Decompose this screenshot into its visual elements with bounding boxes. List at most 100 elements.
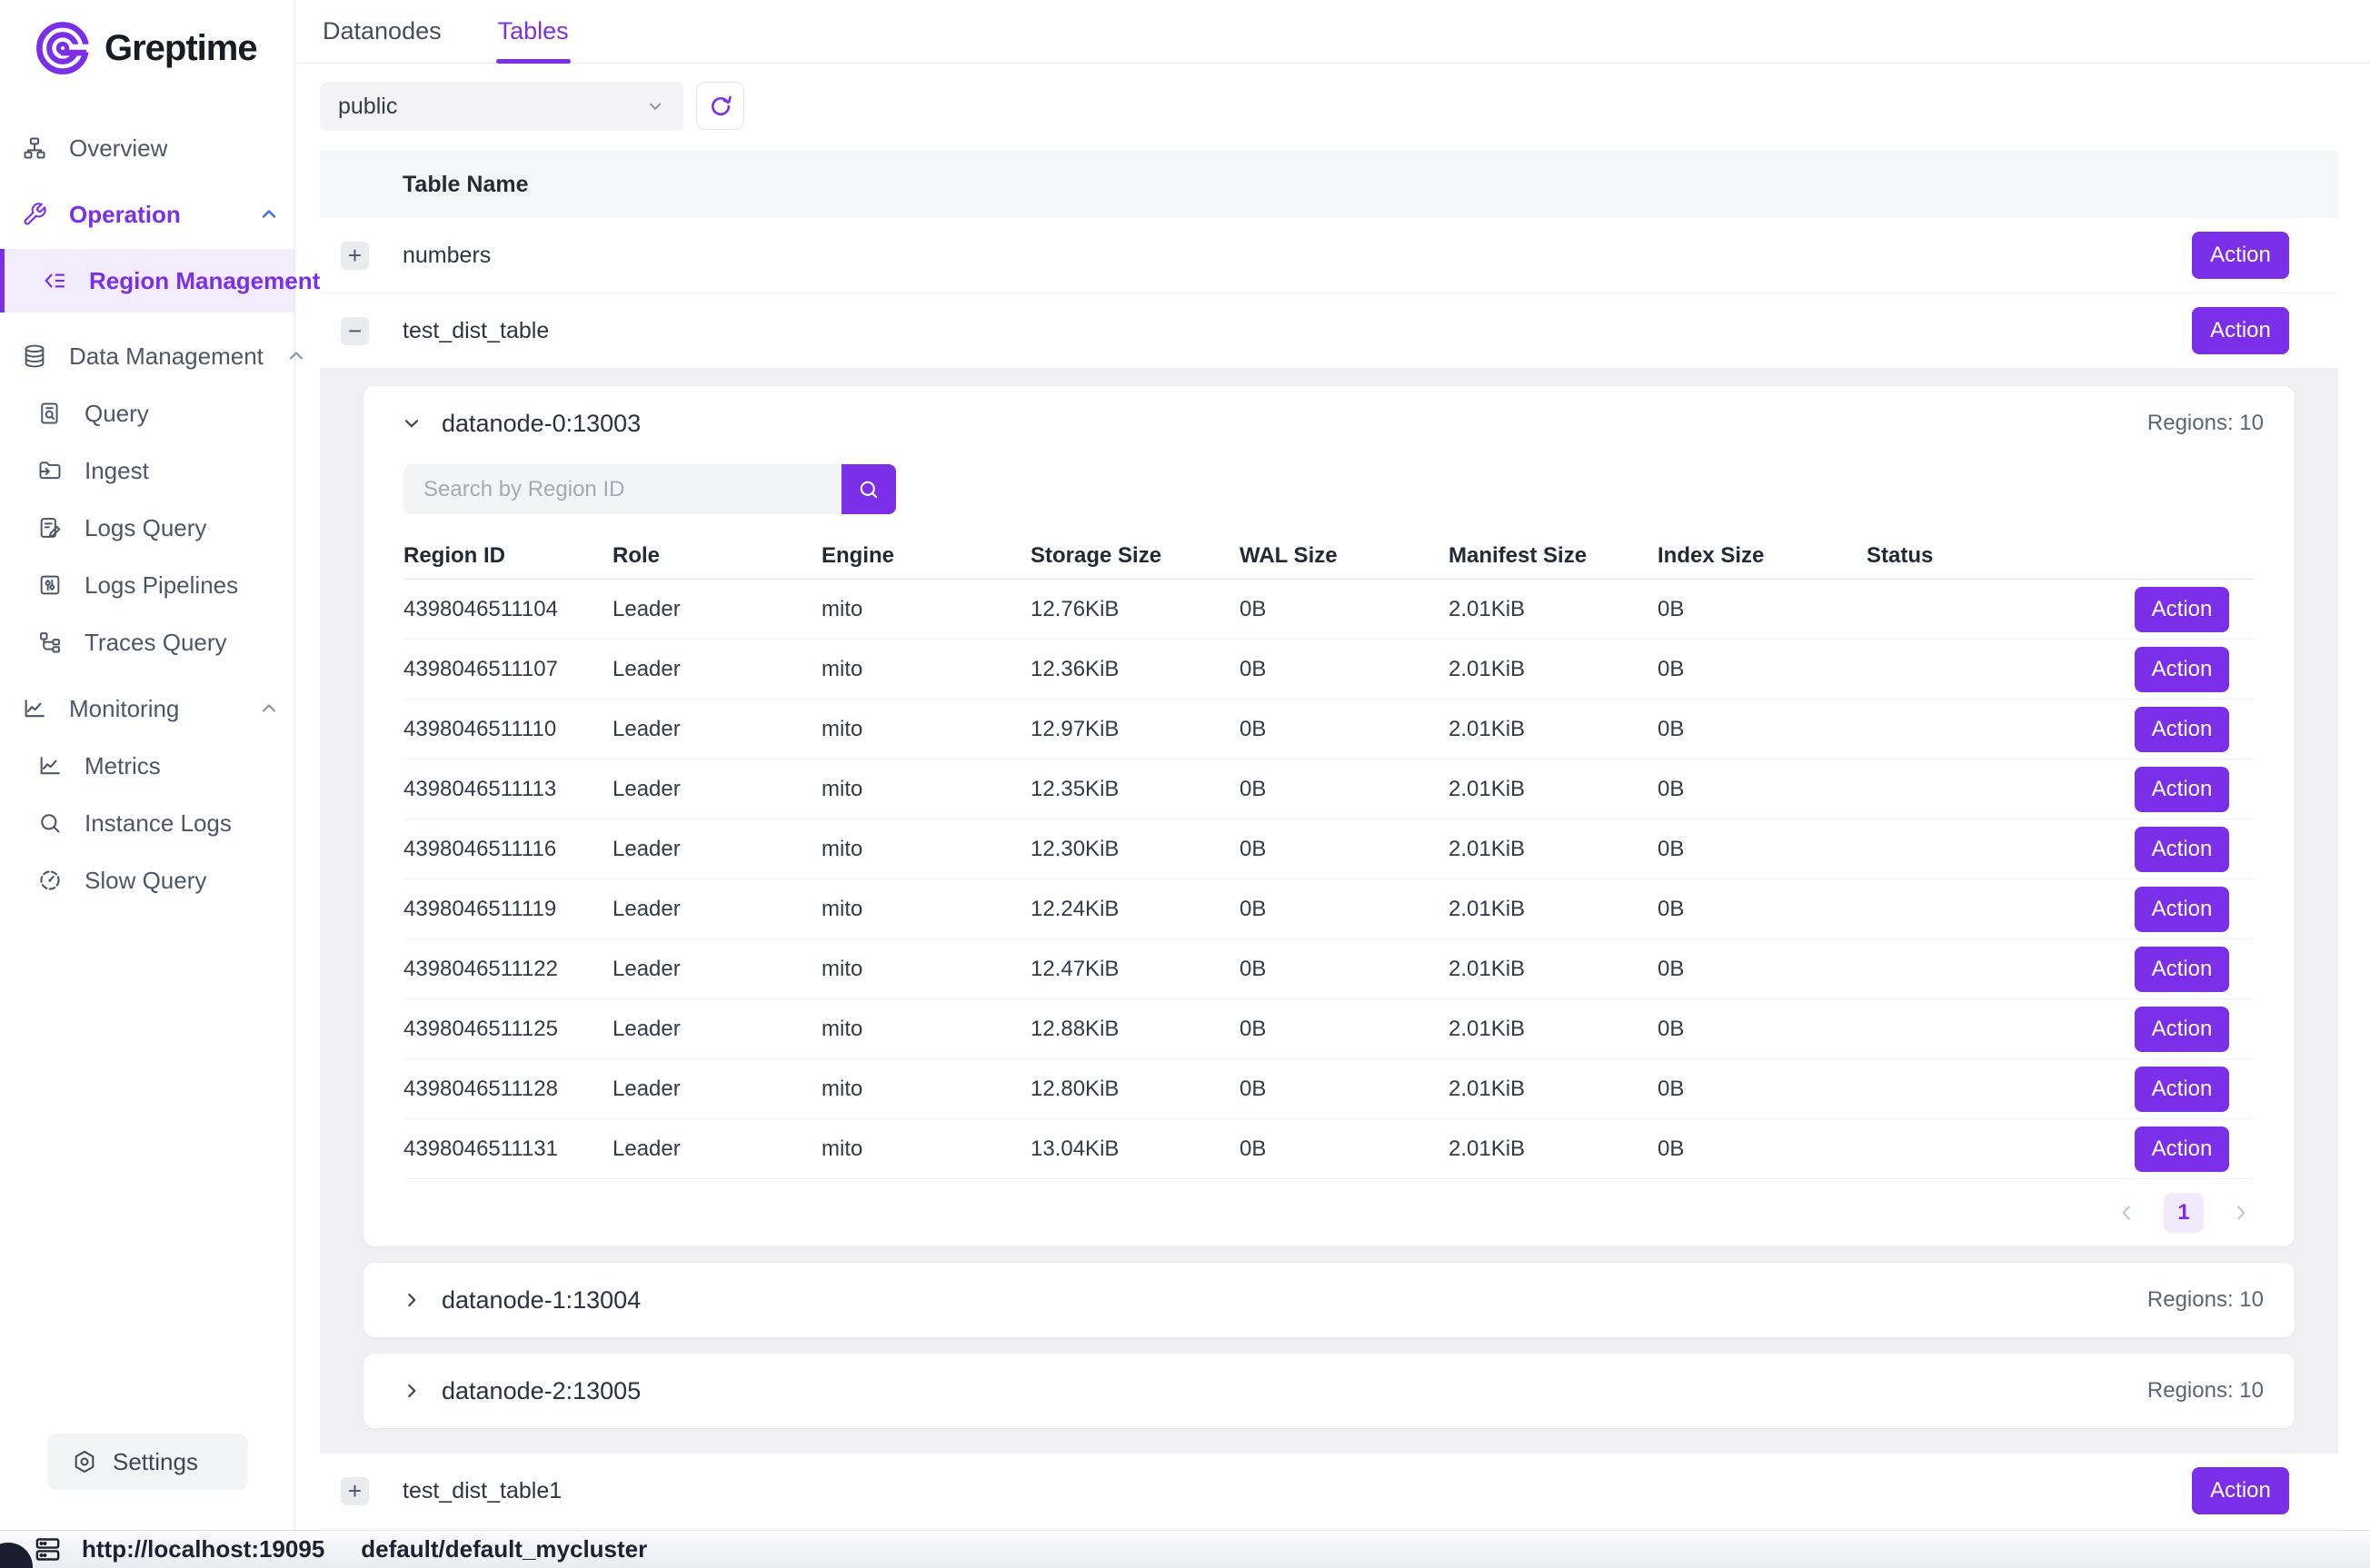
expand-button[interactable]: + bbox=[341, 242, 369, 270]
column-header-region-id: Region ID bbox=[403, 543, 612, 569]
wal-size-cell: 0B bbox=[1240, 957, 1449, 982]
storage-size-cell: 12.35KiB bbox=[1031, 777, 1240, 802]
pagination-prev-button[interactable] bbox=[2115, 1201, 2138, 1225]
region-search-button[interactable] bbox=[841, 464, 896, 514]
wal-size-cell: 0B bbox=[1240, 1077, 1449, 1102]
region-table-row: 4398046511119 Leader mito 12.24KiB 0B 2.… bbox=[403, 879, 2255, 939]
storage-size-cell: 12.36KiB bbox=[1031, 657, 1240, 682]
settings-label: Settings bbox=[113, 1448, 198, 1476]
role-cell: Leader bbox=[612, 657, 822, 682]
region-id-cell: 4398046511125 bbox=[403, 1017, 612, 1042]
chevron-right-icon bbox=[400, 1288, 423, 1312]
sidebar-item-logs-query[interactable]: Logs Query bbox=[0, 505, 294, 551]
region-action-button[interactable]: Action bbox=[2135, 707, 2229, 752]
region-id-cell: 4398046511131 bbox=[403, 1136, 612, 1162]
database-icon bbox=[22, 343, 47, 369]
datanode-1-header[interactable]: datanode-1:13004 Regions: 10 bbox=[363, 1263, 2295, 1337]
manifest-size-cell: 2.01KiB bbox=[1449, 957, 1658, 982]
sidebar-item-ingest[interactable]: Ingest bbox=[0, 448, 294, 493]
magnifier-icon bbox=[37, 810, 63, 836]
pagination-next-button[interactable] bbox=[2229, 1201, 2253, 1225]
region-table-row: 4398046511128 Leader mito 12.80KiB 0B 2.… bbox=[403, 1059, 2255, 1119]
region-table-row: 4398046511125 Leader mito 12.88KiB 0B 2.… bbox=[403, 999, 2255, 1059]
sidebar-item-traces-query[interactable]: Traces Query bbox=[0, 620, 294, 665]
datanode-2-header[interactable]: datanode-2:13005 Regions: 10 bbox=[363, 1354, 2295, 1428]
sidebar: Greptime Overview Operation Region Manag… bbox=[0, 0, 295, 1530]
chevron-up-icon[interactable] bbox=[258, 203, 280, 225]
region-id-cell: 4398046511107 bbox=[403, 657, 612, 682]
region-action-button[interactable]: Action bbox=[2135, 1126, 2229, 1172]
collapse-button[interactable]: − bbox=[341, 317, 369, 345]
chevron-up-icon[interactable] bbox=[258, 698, 280, 719]
action-button[interactable]: Action bbox=[2192, 232, 2289, 279]
schema-select[interactable]: public bbox=[320, 82, 683, 131]
filter-row: public bbox=[320, 82, 2338, 131]
refresh-button[interactable] bbox=[696, 82, 744, 130]
folder-arrow-icon bbox=[37, 458, 63, 483]
sidebar-item-region-management[interactable]: Region Management bbox=[0, 249, 294, 313]
action-button[interactable]: Action bbox=[2192, 1467, 2289, 1514]
storage-size-cell: 12.88KiB bbox=[1031, 1017, 1240, 1042]
expand-button[interactable]: + bbox=[341, 1477, 369, 1505]
datanode-name: datanode-2:13005 bbox=[442, 1377, 641, 1405]
sidebar-item-query[interactable]: Query bbox=[0, 391, 294, 436]
tree-branch-icon bbox=[37, 630, 63, 655]
manifest-size-cell: 2.01KiB bbox=[1449, 837, 1658, 862]
wal-size-cell: 0B bbox=[1240, 717, 1449, 742]
sidebar-section-label: Data Management bbox=[69, 342, 264, 371]
manifest-size-cell: 2.01KiB bbox=[1449, 1017, 1658, 1042]
region-id-cell: 4398046511128 bbox=[403, 1077, 612, 1102]
chevron-right-icon bbox=[2229, 1201, 2253, 1225]
sidebar-item-logs-pipelines[interactable]: Logs Pipelines bbox=[0, 562, 294, 608]
cluster-name[interactable]: default/default_mycluster bbox=[361, 1535, 647, 1563]
datanode-2-panel: datanode-2:13005 Regions: 10 bbox=[363, 1354, 2295, 1428]
action-button[interactable]: Action bbox=[2192, 307, 2289, 354]
datanode-name: datanode-0:13003 bbox=[442, 410, 641, 438]
region-action-button[interactable]: Action bbox=[2135, 587, 2229, 632]
region-action-button[interactable]: Action bbox=[2135, 887, 2229, 932]
role-cell: Leader bbox=[612, 957, 822, 982]
greptime-logo-text: Greptime bbox=[105, 28, 257, 69]
region-search-input[interactable] bbox=[403, 464, 841, 514]
manifest-size-cell: 2.01KiB bbox=[1449, 717, 1658, 742]
tab-datanodes[interactable]: Datanodes bbox=[323, 0, 442, 63]
index-size-cell: 0B bbox=[1658, 837, 1867, 862]
refresh-icon bbox=[707, 93, 734, 120]
sidebar-item-metrics[interactable]: Metrics bbox=[0, 743, 294, 789]
index-size-cell: 0B bbox=[1658, 897, 1867, 922]
settings-button[interactable]: Settings bbox=[47, 1434, 248, 1490]
list-tree-icon bbox=[42, 268, 67, 293]
region-id-cell: 4398046511119 bbox=[403, 897, 612, 922]
region-action-button[interactable]: Action bbox=[2135, 1007, 2229, 1052]
sidebar-section-data-management[interactable]: Data Management bbox=[0, 333, 294, 379]
main-content: Datanodes Tables public Table Name + bbox=[296, 0, 2370, 1530]
region-action-button[interactable]: Action bbox=[2135, 1067, 2229, 1112]
tab-tables[interactable]: Tables bbox=[498, 0, 569, 63]
sidebar-section-monitoring[interactable]: Monitoring bbox=[0, 686, 294, 731]
sidebar-item-instance-logs[interactable]: Instance Logs bbox=[0, 800, 294, 846]
index-size-cell: 0B bbox=[1658, 657, 1867, 682]
region-id-cell: 4398046511104 bbox=[403, 597, 612, 622]
pagination-page-1[interactable]: 1 bbox=[2164, 1193, 2204, 1233]
manifest-size-cell: 2.01KiB bbox=[1449, 657, 1658, 682]
region-action-button[interactable]: Action bbox=[2135, 827, 2229, 872]
engine-cell: mito bbox=[822, 957, 1031, 982]
column-header-engine: Engine bbox=[822, 543, 1031, 569]
region-table-row: 4398046511131 Leader mito 13.04KiB 0B 2.… bbox=[403, 1119, 2255, 1179]
sidebar-section-operation[interactable]: Operation bbox=[0, 192, 294, 237]
sidebar-item-label: Query bbox=[85, 400, 149, 428]
sidebar-item-overview[interactable]: Overview bbox=[0, 125, 294, 171]
sidebar-item-slow-query[interactable]: Slow Query bbox=[0, 858, 294, 903]
table-row-test-dist-table1: + test_dist_table1 Action bbox=[320, 1454, 2338, 1529]
index-size-cell: 0B bbox=[1658, 957, 1867, 982]
server-url[interactable]: http://localhost:19095 bbox=[82, 1535, 324, 1563]
region-action-button[interactable]: Action bbox=[2135, 647, 2229, 692]
gauge-icon bbox=[37, 868, 63, 893]
datanode-0-header[interactable]: datanode-0:13003 Regions: 10 bbox=[363, 386, 2295, 461]
region-action-button[interactable]: Action bbox=[2135, 947, 2229, 992]
wal-size-cell: 0B bbox=[1240, 597, 1449, 622]
region-action-button[interactable]: Action bbox=[2135, 767, 2229, 812]
chevron-up-icon[interactable] bbox=[285, 345, 307, 367]
region-table-row: 4398046511110 Leader mito 12.97KiB 0B 2.… bbox=[403, 700, 2255, 759]
table-name: test_dist_table bbox=[403, 318, 549, 344]
